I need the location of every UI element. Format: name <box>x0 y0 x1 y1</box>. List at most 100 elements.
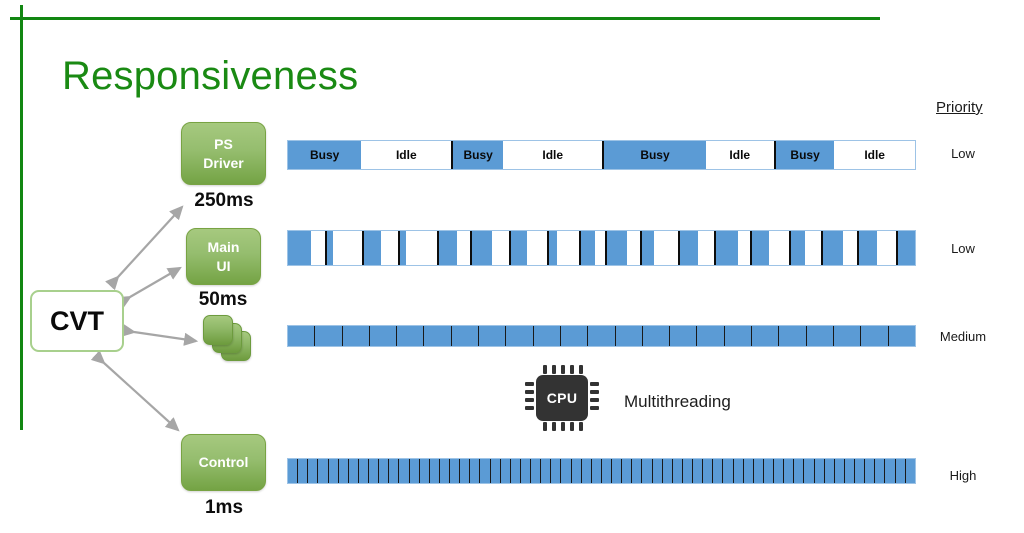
timeline-segment <box>614 326 642 346</box>
timeline-segment <box>762 459 773 483</box>
worker-threads-icon[interactable] <box>203 315 263 365</box>
timeline-segment <box>357 459 368 483</box>
timeline-segment <box>621 459 632 483</box>
timeline-segment <box>532 326 560 346</box>
timeline-ps-driver[interactable]: Busy Idle Busy Idle Busy Idle Busy Idle <box>287 140 916 170</box>
timeline-control[interactable] <box>287 458 916 484</box>
timeline-segment <box>692 459 703 483</box>
priority-value-ps-driver: Low <box>951 146 975 161</box>
arrow-cvt-psdriver <box>105 205 184 291</box>
timeline-segment-idle <box>556 231 579 265</box>
task-box-ps-driver[interactable]: PS Driver <box>181 122 266 185</box>
timeline-segment-busy <box>713 231 738 265</box>
timeline-segment <box>661 459 672 483</box>
timeline-segment <box>884 459 895 483</box>
timeline-segment <box>559 326 588 346</box>
timeline-segment <box>398 459 409 483</box>
timeline-segment <box>833 459 844 483</box>
slide-canvas: Responsiveness CVT PS Driver 250ms Main … <box>0 0 1024 533</box>
timeline-segment <box>681 459 692 483</box>
task-box-main-ui[interactable]: Main UI <box>186 228 261 285</box>
task-box-main-ui-line2: UI <box>216 257 231 274</box>
timeline-worker-threads[interactable] <box>287 325 916 347</box>
timeline-segment <box>813 459 824 483</box>
timeline-segment-busy <box>546 231 557 265</box>
timeline-segment-idle <box>654 231 678 265</box>
task-box-main-ui-line1: Main <box>207 238 240 255</box>
timeline-segment-idle <box>843 231 858 265</box>
period-label-main-ui: 50ms <box>198 289 248 310</box>
timeline-segment <box>499 459 510 483</box>
priority-value-main-ui: Low <box>951 241 975 256</box>
timeline-segment <box>347 459 358 483</box>
timeline-segment-idle: Idle <box>705 141 774 169</box>
cvt-hub-box[interactable]: CVT <box>30 290 124 352</box>
timeline-segment <box>773 459 784 483</box>
timeline-segment <box>297 459 308 483</box>
timeline-segment-busy <box>288 231 312 265</box>
timeline-segment-busy <box>750 231 770 265</box>
page-title: Responsiveness <box>62 54 359 98</box>
timeline-segment <box>540 459 551 483</box>
timeline-segment <box>669 326 697 346</box>
timeline-segment <box>288 459 298 483</box>
timeline-segment <box>509 459 520 483</box>
timeline-segment <box>519 459 530 483</box>
timeline-segment <box>408 459 419 483</box>
timeline-segment <box>864 459 875 483</box>
period-label-ps-driver: 250ms <box>194 190 254 211</box>
task-box-control[interactable]: Control <box>181 434 266 491</box>
arrow-cvt-control <box>90 350 180 432</box>
arrow-cvt-threads <box>121 323 199 346</box>
timeline-segment-idle <box>595 231 606 265</box>
timeline-segment <box>723 326 752 346</box>
timeline-segment <box>823 459 834 483</box>
timeline-segment <box>505 326 533 346</box>
timeline-segment-idle <box>737 231 751 265</box>
timeline-segment-idle <box>456 231 470 265</box>
timeline-segment-idle <box>380 231 398 265</box>
timeline-segment-idle <box>311 231 325 265</box>
timeline-segment <box>874 459 885 483</box>
timeline-segment-busy <box>469 231 493 265</box>
timeline-segment <box>600 459 611 483</box>
timeline-segment <box>803 459 814 483</box>
timeline-segment <box>450 326 479 346</box>
timeline-segment <box>580 459 591 483</box>
timeline-segment <box>671 459 682 483</box>
timeline-segment <box>489 459 500 483</box>
timeline-segment <box>641 459 652 483</box>
timeline-segment-idle: Idle <box>834 141 916 169</box>
timeline-segment <box>751 326 779 346</box>
period-label-control: 1ms <box>204 497 244 518</box>
timeline-segment <box>854 459 865 483</box>
timeline-segment <box>550 459 561 483</box>
task-box-ps-driver-line2: Driver <box>203 154 244 171</box>
timeline-segment-busy <box>821 231 844 265</box>
timeline-main-ui[interactable] <box>287 230 916 266</box>
timeline-segment <box>696 326 724 346</box>
timeline-segment <box>479 459 490 483</box>
priority-value-worker-threads: Medium <box>939 329 987 344</box>
thread-square-front <box>203 315 233 345</box>
timeline-segment-idle <box>698 231 714 265</box>
timeline-segment-busy: Busy <box>602 141 706 169</box>
timeline-segment-idle: Idle <box>361 141 452 169</box>
timeline-segment-busy: Busy <box>773 141 835 169</box>
priority-value-control: High <box>949 468 977 483</box>
timeline-segment-busy <box>857 231 877 265</box>
timeline-segment <box>478 326 506 346</box>
timeline-segment-idle <box>626 231 641 265</box>
timeline-segment <box>641 326 670 346</box>
timeline-segment <box>428 459 439 483</box>
timeline-segment <box>469 459 480 483</box>
timeline-segment <box>449 459 460 483</box>
timeline-segment <box>341 326 369 346</box>
timeline-segment <box>860 326 888 346</box>
timeline-segment <box>742 459 753 483</box>
timeline-segment <box>631 459 642 483</box>
timeline-segment-idle: Idle <box>503 141 603 169</box>
timeline-segment <box>778 326 806 346</box>
timeline-segment <box>418 459 429 483</box>
timeline-segment <box>590 459 601 483</box>
